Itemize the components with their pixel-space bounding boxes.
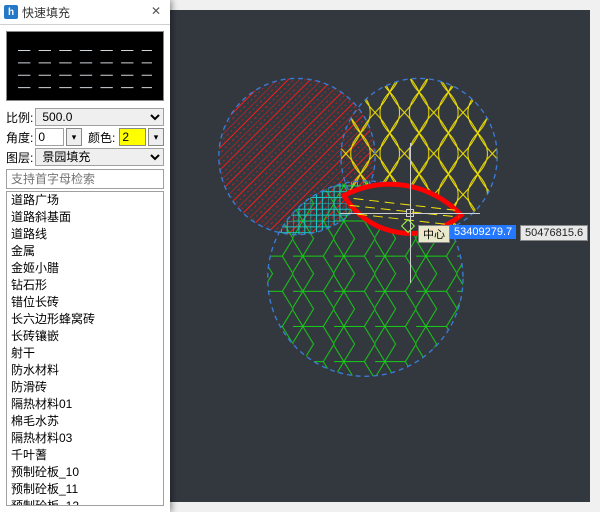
cursor-pickbox xyxy=(406,209,414,217)
dialog-titlebar[interactable]: h 快速填充 ✕ xyxy=(0,0,170,25)
app-icon: h xyxy=(4,5,18,19)
scale-select[interactable]: 500.0 xyxy=(35,108,164,126)
angle-dropdown-button[interactable]: ▾ xyxy=(66,128,82,146)
list-item[interactable]: 防水材料 xyxy=(7,362,163,379)
quick-fill-dialog: h 快速填充 ✕ 比例: 500.0 角度: ▾ xyxy=(0,0,170,512)
list-item[interactable]: 预制砼板_10 xyxy=(7,464,163,481)
scale-label: 比例: xyxy=(6,109,33,126)
drawing-svg xyxy=(170,10,590,491)
list-item[interactable]: 隔热材料01 xyxy=(7,396,163,413)
list-item[interactable]: 射干 xyxy=(7,345,163,362)
angle-input[interactable] xyxy=(35,128,64,146)
dialog-title: 快速填充 xyxy=(22,4,70,21)
list-item[interactable]: 道路斜基面 xyxy=(7,209,163,226)
list-item[interactable]: 金姬小腊 xyxy=(7,260,163,277)
snap-tooltip-center: 中心 xyxy=(418,225,450,243)
dynamic-input-y: 50476815.6 xyxy=(520,225,588,241)
close-button[interactable]: ✕ xyxy=(146,3,166,21)
list-item[interactable]: 预制砼板_12 xyxy=(7,498,163,505)
list-item[interactable]: 钻石形 xyxy=(7,277,163,294)
list-item[interactable]: 错位长砖 xyxy=(7,294,163,311)
list-item[interactable]: 长砖镶嵌 xyxy=(7,328,163,345)
list-item[interactable]: 预制砼板_11 xyxy=(7,481,163,498)
hatch-pattern-list[interactable]: 道路广场道路斜基面道路线金属金姬小腊钻石形错位长砖长六边形蜂窝砖长砖镶嵌射干防水… xyxy=(7,192,163,505)
list-item[interactable]: 金属 xyxy=(7,243,163,260)
list-item[interactable]: 道路广场 xyxy=(7,192,163,209)
layer-select[interactable]: 景园填充 xyxy=(35,148,164,166)
list-item[interactable]: 防滑砖 xyxy=(7,379,163,396)
list-item[interactable]: 长六边形蜂窝砖 xyxy=(7,311,163,328)
list-item[interactable]: 道路线 xyxy=(7,226,163,243)
dynamic-input-x[interactable]: 53409279.7 xyxy=(450,225,516,239)
search-input[interactable] xyxy=(6,169,164,189)
hatch-preview[interactable] xyxy=(6,31,164,101)
layer-label: 图层: xyxy=(6,149,33,166)
color-label: 颜色: xyxy=(88,129,115,146)
list-item[interactable]: 隔热材料03 xyxy=(7,430,163,447)
cad-canvas[interactable]: 中心 53409279.7 50476815.6 xyxy=(170,0,600,512)
list-item[interactable]: 千叶蓍 xyxy=(7,447,163,464)
list-item[interactable]: 棉毛水苏 xyxy=(7,413,163,430)
angle-label: 角度: xyxy=(6,129,33,146)
color-swatch[interactable]: 2 xyxy=(119,128,146,146)
color-dropdown-button[interactable]: ▾ xyxy=(148,128,164,146)
